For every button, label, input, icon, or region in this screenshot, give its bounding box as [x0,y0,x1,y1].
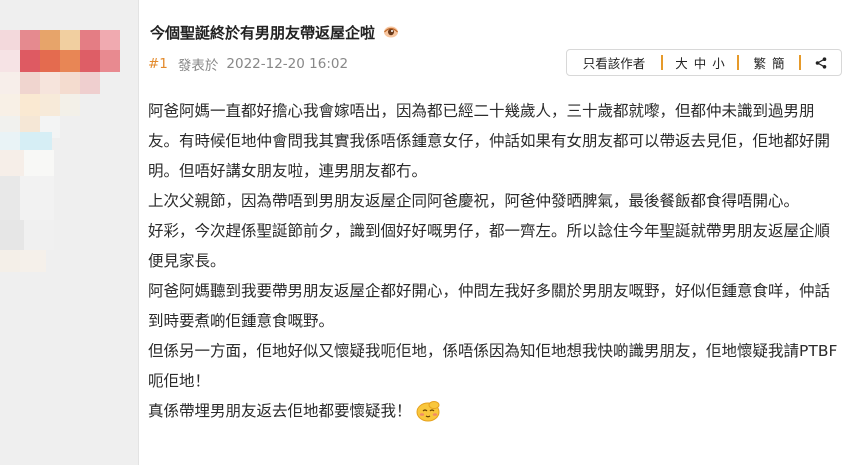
font-size-large-button[interactable]: 大 [675,53,688,72]
content-paragraph: 阿爸阿媽一直都好擔心我會嫁唔出，因為都已經二十幾歲人，三十歲都就嚟，但都仲未識到… [148,102,831,180]
content-paragraph: 上次父親節，因為帶唔到男朋友返屋企同阿爸慶祝，阿爸仲發晒脾氣，最後餐飯都食得唔開… [148,192,800,210]
font-size-small-button[interactable]: 小 [712,53,725,72]
shy-smiley-icon [414,400,442,422]
hot-icon [383,24,399,40]
share-icon [815,56,827,69]
posted-time: 2022-12-20 16:02 [226,56,349,72]
font-size-medium-button[interactable]: 中 [694,53,707,72]
content-paragraph: 好彩，今次趕係聖誕節前夕，識到個好好嘅男仔，都一齊左。所以諗住今年聖誕就帶男朋友… [148,222,831,270]
posted-label: 發表於 [177,58,219,74]
post-meta: #1 發表於 2022-12-20 16:02 [148,54,348,74]
floor-number[interactable]: #1 [148,56,168,72]
content-paragraph: 但係另一方面，佢地好似又懷疑我呃佢地，係唔係因為知佢地想我快啲識男朋友，佢地懷疑… [148,342,838,390]
content-paragraph: 阿爸阿媽聽到我要帶男朋友返屋企都好開心，仲問左我好多關於男朋友嘅野，好似佢鍾意食… [148,282,831,330]
post-toolbar: 只看該作者 大 中 小 繁 簡 [566,49,842,76]
post-title: 今個聖誕終於有男朋友帶返屋企啦 [150,23,376,42]
simplified-chinese-button[interactable]: 簡 [772,53,785,72]
author-sidebar [0,0,139,465]
content-paragraph-text: 真係帶埋男朋友返去佢地都要懷疑我！ [148,402,412,420]
view-author-only-button[interactable]: 只看該作者 [567,50,661,75]
traditional-chinese-button[interactable]: 繁 [753,53,766,72]
post-title-row: 今個聖誕終於有男朋友帶返屋企啦 [150,20,399,44]
post-content: 阿爸阿媽一直都好擔心我會嫁唔出，因為都已經二十幾歲人，三十歲都就嚟，但都仲未識到… [148,96,843,426]
font-size-group: 大 中 小 [663,50,737,75]
share-button[interactable] [801,50,841,75]
blurred-avatar [0,0,138,465]
script-switch-group: 繁 簡 [739,50,799,75]
content-paragraph-last: 真係帶埋男朋友返去佢地都要懷疑我！ [148,396,843,426]
